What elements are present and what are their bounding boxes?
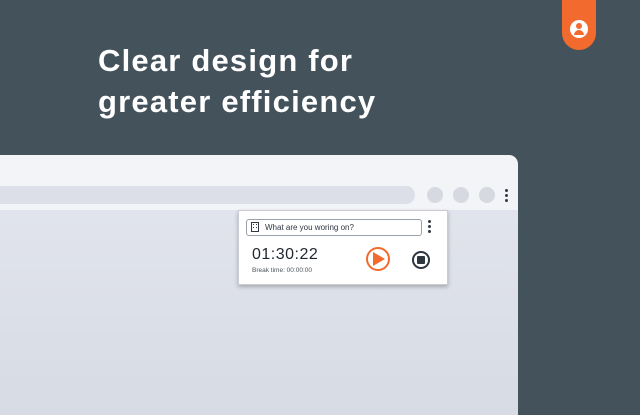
headline-line-2: greater efficiency	[98, 84, 377, 119]
popup-menu-icon[interactable]	[428, 220, 432, 235]
task-input-placeholder: What are you woring on?	[265, 223, 354, 232]
elapsed-time: 01:30:22	[252, 246, 319, 263]
break-time: Break time: 00:00:00	[252, 267, 312, 274]
stop-button[interactable]	[412, 251, 430, 269]
building-icon	[251, 222, 259, 232]
address-bar[interactable]	[0, 186, 415, 204]
task-input[interactable]: What are you woring on?	[246, 219, 422, 236]
app-badge	[562, 0, 596, 50]
toolbar-button-3[interactable]	[479, 187, 495, 203]
play-button[interactable]	[366, 247, 390, 271]
browser-window	[0, 155, 518, 415]
browser-menu-icon[interactable]	[505, 189, 509, 204]
headline-line-1: Clear design for	[98, 43, 354, 78]
headline: Clear design for greater efficiency	[98, 40, 376, 122]
user-pin-icon	[570, 20, 588, 38]
timer-popup: What are you woring on? 01:30:22 Break t…	[238, 210, 448, 285]
stop-icon	[417, 256, 425, 264]
toolbar-button-2[interactable]	[453, 187, 469, 203]
toolbar-button-1[interactable]	[427, 187, 443, 203]
browser-toolbar	[0, 155, 518, 210]
play-icon	[373, 252, 385, 266]
